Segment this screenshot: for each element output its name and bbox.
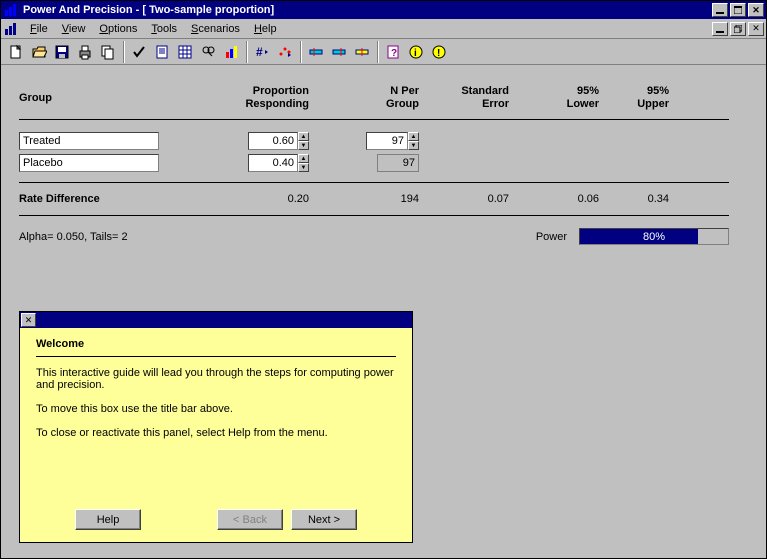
open-icon[interactable] — [28, 41, 50, 63]
menu-bar: File View Options Tools Scenarios Help ✕ — [1, 19, 766, 39]
copy-icon[interactable] — [97, 41, 119, 63]
client-area: Group ProportionResponding N PerGroup St… — [1, 65, 766, 558]
mdi-close-button[interactable]: ✕ — [748, 22, 764, 36]
new-icon[interactable] — [5, 41, 27, 63]
range2-icon[interactable] — [328, 41, 350, 63]
n-input[interactable] — [366, 132, 408, 150]
mdi-restore-button[interactable] — [730, 22, 746, 36]
data-grid: Group ProportionResponding N PerGroup St… — [19, 85, 729, 245]
summary-diff: 0.20 — [179, 193, 309, 205]
power-bar: 80% — [579, 228, 729, 245]
summary-row: Rate Difference 0.20 194 0.07 0.06 0.34 — [19, 183, 729, 216]
report-icon[interactable] — [151, 41, 173, 63]
menu-help[interactable]: Help — [247, 21, 284, 37]
menu-scenarios[interactable]: Scenarios — [184, 21, 247, 37]
save-icon[interactable] — [51, 41, 73, 63]
svg-text:i: i — [414, 48, 417, 59]
col-nper: N PerGroup — [309, 85, 419, 111]
find-icon[interactable] — [197, 41, 219, 63]
n-spinner[interactable]: ▲▼ — [408, 132, 419, 150]
summary-se: 0.07 — [419, 193, 509, 205]
summary-ntot: 194 — [309, 193, 419, 205]
mdi-icon[interactable] — [3, 21, 19, 37]
n-readonly — [377, 154, 419, 172]
app-window: Power And Precision - [ Two-sample propo… — [0, 0, 767, 559]
next-button[interactable]: Next > — [291, 509, 357, 530]
col-group: Group — [19, 92, 179, 105]
proportion-input[interactable] — [248, 132, 298, 150]
table-row: ▲▼ — [19, 152, 729, 174]
welcome-titlebar[interactable]: ✕ — [20, 312, 412, 328]
group-name-input[interactable] — [19, 132, 159, 150]
minimize-button[interactable] — [712, 3, 728, 17]
info-icon[interactable]: i — [405, 41, 427, 63]
svg-text:!: ! — [437, 48, 440, 59]
col-upper: 95%Upper — [599, 85, 669, 111]
svg-text:?: ? — [391, 48, 397, 59]
welcome-text: To close or reactivate this panel, selec… — [36, 427, 396, 439]
range3-icon[interactable] — [351, 41, 373, 63]
menu-view[interactable]: View — [55, 21, 93, 37]
svg-text:#: # — [256, 45, 263, 59]
proportion-spinner[interactable]: ▲▼ — [298, 132, 309, 150]
power-value: 80% — [580, 229, 728, 244]
power-label: Power — [536, 231, 567, 243]
mdi-minimize-button[interactable] — [712, 22, 728, 36]
welcome-text: To move this box use the title bar above… — [36, 403, 396, 415]
table-icon[interactable] — [174, 41, 196, 63]
col-proportion: ProportionResponding — [179, 85, 309, 111]
help-button[interactable]: Help — [75, 509, 141, 530]
table-row: ▲▼ ▲▼ — [19, 130, 729, 152]
welcome-close-button[interactable]: ✕ — [21, 313, 36, 327]
col-se: StandardError — [419, 85, 509, 111]
scatter-icon[interactable] — [274, 41, 296, 63]
group-name-input[interactable] — [19, 154, 159, 172]
menu-tools[interactable]: Tools — [144, 21, 184, 37]
alpha-text: Alpha= 0.050, Tails= 2 — [19, 231, 128, 243]
menu-options[interactable]: Options — [92, 21, 144, 37]
window-title: Power And Precision - [ Two-sample propo… — [23, 4, 710, 16]
welcome-title: Welcome — [36, 338, 396, 357]
summary-up: 0.34 — [599, 193, 669, 205]
title-bar[interactable]: Power And Precision - [ Two-sample propo… — [1, 1, 766, 19]
maximize-button[interactable] — [730, 3, 746, 17]
app-icon — [3, 2, 19, 18]
hash-icon[interactable]: # — [251, 41, 273, 63]
toolbar: # ? i ! — [1, 39, 766, 65]
range1-icon[interactable] — [305, 41, 327, 63]
welcome-panel: ✕ Welcome This interactive guide will le… — [19, 311, 413, 543]
help-icon[interactable]: ? — [382, 41, 404, 63]
check-icon[interactable] — [128, 41, 150, 63]
proportion-input[interactable] — [248, 154, 298, 172]
summary-label: Rate Difference — [19, 193, 179, 205]
back-button: < Back — [217, 509, 283, 530]
proportion-spinner[interactable]: ▲▼ — [298, 154, 309, 172]
summary-low: 0.06 — [509, 193, 599, 205]
chart-icon[interactable] — [220, 41, 242, 63]
col-lower: 95%Lower — [509, 85, 599, 111]
print-icon[interactable] — [74, 41, 96, 63]
menu-file[interactable]: File — [23, 21, 55, 37]
close-button[interactable]: ✕ — [748, 3, 764, 17]
welcome-text: This interactive guide will lead you thr… — [36, 367, 396, 391]
alert-icon[interactable]: ! — [428, 41, 450, 63]
